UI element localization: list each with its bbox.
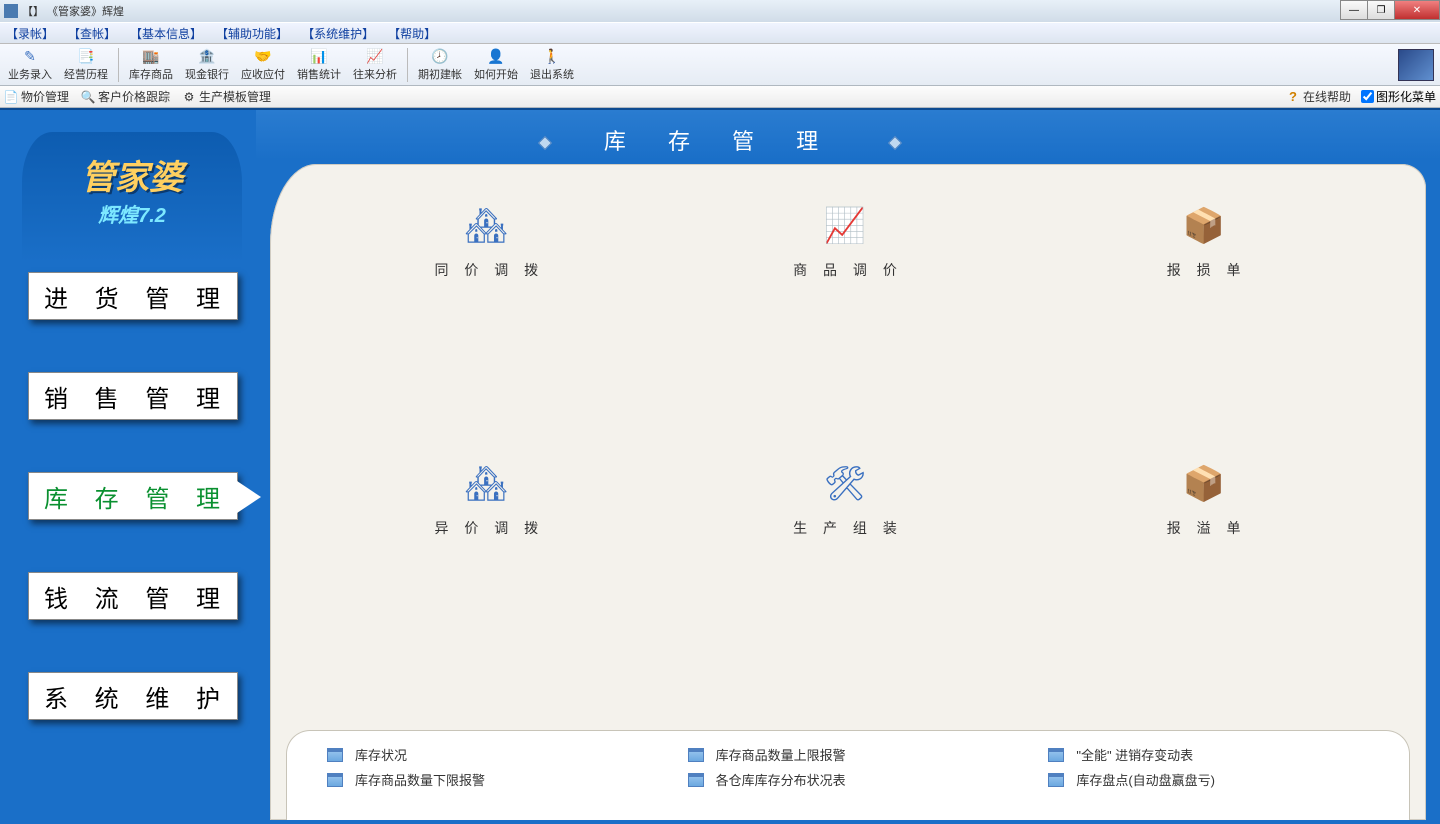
func-same-price-transfer[interactable]: 🏘同 价 调 拨 xyxy=(310,202,669,460)
table-icon xyxy=(1048,748,1064,762)
tool-history[interactable]: 📑经营历程 xyxy=(58,45,114,85)
toolbar-separator xyxy=(118,48,119,82)
graphical-menu-toggle[interactable]: 图形化菜单 xyxy=(1361,88,1436,105)
table-icon xyxy=(327,773,343,787)
tool2-customer-price[interactable]: 🔍客户价格跟踪 xyxy=(81,88,170,105)
title-bar: 【】 《管家婆》辉煌 — ❐ ✕ xyxy=(0,0,1440,22)
table-icon xyxy=(1048,773,1064,787)
app-icon xyxy=(4,4,18,18)
tools-icon: 🛠 xyxy=(816,460,880,508)
diamond-icon xyxy=(538,136,552,150)
report-panel: 库存状况 库存商品数量上限报警 "全能" 进销存变动表 库存商品数量下限报警 各… xyxy=(286,730,1410,820)
trend-icon: 📈 xyxy=(365,48,385,66)
tool-analysis[interactable]: 📈往来分析 xyxy=(347,45,403,85)
func-price-adjust[interactable]: 📈商 品 调 价 xyxy=(669,202,1028,460)
tool-exit[interactable]: 🚶退出系统 xyxy=(524,45,580,85)
barchart-icon: 📊 xyxy=(309,48,329,66)
handshake-icon: 🤝 xyxy=(253,48,273,66)
bank-icon: 🏦 xyxy=(197,48,217,66)
clock-icon: 🕗 xyxy=(430,48,450,66)
menu-record[interactable]: 【录帐】 xyxy=(6,25,54,42)
person-icon: 👤 xyxy=(486,48,506,66)
menu-query[interactable]: 【查帐】 xyxy=(68,25,116,42)
tool-business-entry[interactable]: ✎业务录入 xyxy=(2,45,58,85)
tool-cash-bank[interactable]: 🏦现金银行 xyxy=(179,45,235,85)
report-warehouse-dist[interactable]: 各仓库库存分布状况表 xyxy=(688,770,1019,789)
report-lower-alarm[interactable]: 库存商品数量下限报警 xyxy=(327,770,658,789)
logo-text: 管家婆 xyxy=(22,150,242,199)
warehouse-swap-icon: 🏘 xyxy=(457,460,521,508)
toolbar-separator xyxy=(407,48,408,82)
tool-howto[interactable]: 👤如何开始 xyxy=(468,45,524,85)
damage-box-icon: 📦 xyxy=(1175,202,1239,250)
brand-logo-icon xyxy=(1398,49,1434,81)
sidebar-item-sysmaint[interactable]: 系 统 维 护 xyxy=(28,672,238,720)
sidebar-item-inventory[interactable]: 库 存 管 理 xyxy=(28,472,238,520)
online-help-link[interactable]: 在线帮助 xyxy=(1303,88,1351,105)
tool-opening[interactable]: 🕗期初建帐 xyxy=(412,45,468,85)
report-allinone-change[interactable]: "全能" 进销存变动表 xyxy=(1048,745,1379,764)
logo-subtitle: 辉煌7.2 xyxy=(22,199,242,228)
exit-icon: 🚶 xyxy=(542,48,562,66)
tool2-prod-template[interactable]: ⚙生产模板管理 xyxy=(182,88,271,105)
maximize-button[interactable]: ❐ xyxy=(1367,0,1395,20)
warehouse-transfer-icon: 🏘 xyxy=(457,202,521,250)
tool-inventory[interactable]: 🏬库存商品 xyxy=(123,45,179,85)
report-stock-count[interactable]: 库存盘点(自动盘赢盘亏) xyxy=(1048,770,1379,789)
menu-bar: 【录帐】 【查帐】 【基本信息】 【辅助功能】 【系统维护】 【帮助】 xyxy=(0,22,1440,44)
sidebar-item-purchase[interactable]: 进 货 管 理 xyxy=(28,272,238,320)
func-overflow-report[interactable]: 📦报 溢 单 xyxy=(1027,460,1386,718)
tool-receivable[interactable]: 🤝应收应付 xyxy=(235,45,291,85)
main-toolbar: ✎业务录入 📑经营历程 🏬库存商品 🏦现金银行 🤝应收应付 📊销售统计 📈往来分… xyxy=(0,44,1440,86)
pen-icon: ✎ xyxy=(20,48,40,66)
sidebar-item-cashflow[interactable]: 钱 流 管 理 xyxy=(28,572,238,620)
report-stock-status[interactable]: 库存状况 xyxy=(327,745,658,764)
close-button[interactable]: ✕ xyxy=(1394,0,1440,20)
menu-basic-info[interactable]: 【基本信息】 xyxy=(130,25,202,42)
menu-sys-maint[interactable]: 【系统维护】 xyxy=(302,25,374,42)
func-damage-report[interactable]: 📦报 损 单 xyxy=(1027,202,1386,460)
menu-help[interactable]: 【帮助】 xyxy=(388,25,436,42)
tool-sales-stats[interactable]: 📊销售统计 xyxy=(291,45,347,85)
search-icon: 🔍 xyxy=(81,90,95,104)
sheet-icon: 📄 xyxy=(4,90,18,104)
table-icon xyxy=(327,748,343,762)
window-title: 【】 《管家婆》辉煌 xyxy=(22,3,124,19)
graphical-menu-checkbox[interactable] xyxy=(1361,90,1374,103)
menu-aux[interactable]: 【辅助功能】 xyxy=(216,25,288,42)
content-panel: 🏘同 价 调 拨 📈商 品 调 价 📦报 损 单 🏘异 价 调 拨 🛠生 产 组… xyxy=(270,164,1426,820)
overflow-box-icon: 📦 xyxy=(1175,460,1239,508)
sidebar: 管家婆 辉煌7.2 进 货 管 理 销 售 管 理 库 存 管 理 钱 流 管 … xyxy=(0,110,256,824)
table-icon xyxy=(688,748,704,762)
sidebar-item-sales[interactable]: 销 售 管 理 xyxy=(28,372,238,420)
table-icon xyxy=(688,773,704,787)
doc-icon: 📑 xyxy=(76,48,96,66)
tool2-price-mgmt[interactable]: 📄物价管理 xyxy=(4,88,69,105)
minimize-button[interactable]: — xyxy=(1340,0,1368,20)
diamond-icon xyxy=(888,136,902,150)
func-diff-price-transfer[interactable]: 🏘异 价 调 拨 xyxy=(310,460,669,718)
gear-icon: ⚙ xyxy=(182,90,196,104)
price-chart-icon: 📈 xyxy=(816,202,880,250)
help-icon: ? xyxy=(1289,89,1297,104)
report-upper-alarm[interactable]: 库存商品数量上限报警 xyxy=(688,745,1019,764)
func-prod-assembly[interactable]: 🛠生 产 组 装 xyxy=(669,460,1028,718)
main-area: 库 存 管 理 管家婆 辉煌7.2 进 货 管 理 销 售 管 理 库 存 管 … xyxy=(0,108,1440,824)
logo-panel: 管家婆 辉煌7.2 xyxy=(22,132,242,262)
store-icon: 🏬 xyxy=(141,48,161,66)
secondary-toolbar: 📄物价管理 🔍客户价格跟踪 ⚙生产模板管理 ? 在线帮助 图形化菜单 xyxy=(0,86,1440,108)
